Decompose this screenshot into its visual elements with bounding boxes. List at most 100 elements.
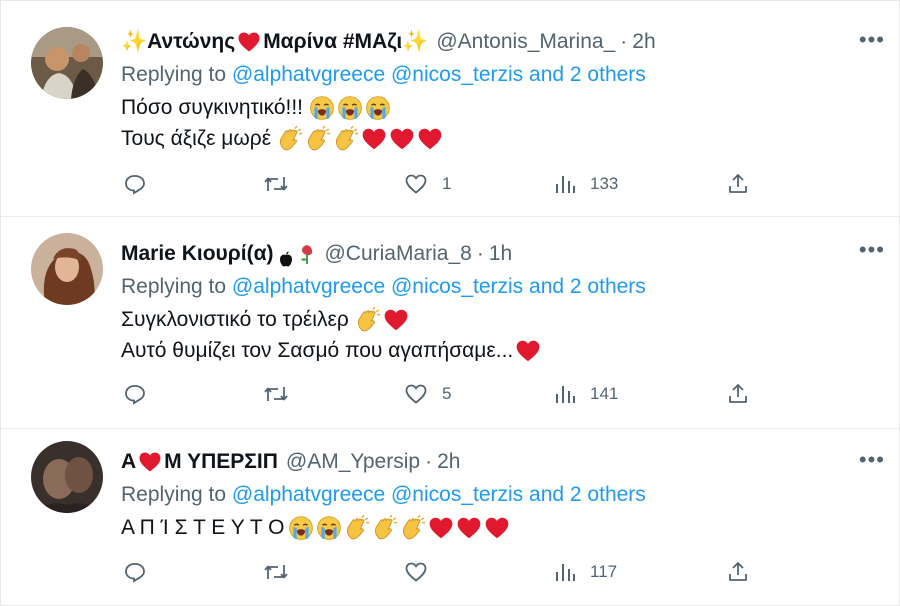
view-count: 133	[590, 174, 619, 193]
like-button[interactable]	[404, 557, 428, 587]
retweet-button[interactable]	[263, 557, 289, 587]
tweet-actions: 5 141	[121, 379, 761, 409]
user-handle[interactable]: @Antonis_Marina_	[436, 27, 615, 57]
red-heart-icon	[138, 450, 162, 474]
view-count: 141	[590, 384, 619, 403]
share-button[interactable]	[726, 557, 750, 587]
tweet-text: Συγκλονιστικό το τρέιλερ Αυτό θυμίζει το…	[121, 304, 879, 366]
loudly-crying-face-icon	[316, 515, 342, 541]
tweet-actions: 1 133	[121, 169, 761, 199]
user-handle[interactable]: @CuriaMaria_8	[324, 239, 471, 269]
timestamp[interactable]: 2h	[632, 27, 655, 57]
share-button[interactable]	[726, 169, 750, 199]
retweet-icon	[264, 177, 288, 191]
rose-icon	[298, 243, 316, 265]
avatar[interactable]	[31, 441, 103, 513]
clapping-hands-icon	[305, 126, 331, 152]
reply-thread: ✨Αντώνης Μαρίνα #ΜΑζι✨ @Antonis_Marina_ ·…	[0, 0, 900, 606]
red-heart-icon	[361, 126, 387, 152]
views-button[interactable]: 141	[554, 379, 618, 409]
share-icon	[729, 562, 747, 581]
loudly-crying-face-icon	[309, 95, 335, 121]
tweet-text-line: Τους άξιζε μωρέ	[121, 126, 272, 150]
reply-button[interactable]	[123, 169, 147, 199]
tweet-content: Marie Κιουρί(α) @CuriaMaria_8 · 1h Reply…	[121, 239, 879, 366]
and-label[interactable]: and	[529, 63, 564, 86]
views-icon	[556, 564, 575, 581]
tweet-header: ✨Αντώνης Μαρίνα #ΜΑζι✨ @Antonis_Marina_ ·…	[121, 27, 879, 57]
others-link[interactable]: 2 others	[570, 483, 646, 506]
tweet-text-line: Αυτό θυμίζει τον Σασμό που αγαπήσαμε...	[121, 338, 514, 362]
red-heart-icon	[456, 515, 482, 541]
tweet-content: Α Μ ΥΠΕΡΣΙΠ @AM_Ypersip · 2h Replying to …	[121, 447, 879, 543]
apple-icon	[279, 246, 293, 267]
clapping-hands-icon	[400, 515, 426, 541]
replying-to: Replying to @alphatvgreece @nicos_terzis…	[121, 480, 879, 510]
separator-dot: ·	[620, 30, 628, 53]
mention-links[interactable]: @alphatvgreece @nicos_terzis	[232, 483, 523, 506]
display-name[interactable]: ✨Αντώνης Μαρίνα #ΜΑζι✨	[121, 27, 428, 57]
share-icon	[729, 174, 747, 193]
tweet-text-line: Α Π Ί Σ Τ Ε Υ Τ Ο	[121, 515, 285, 539]
tweet-actions: 117	[121, 557, 761, 587]
retweet-button[interactable]	[263, 169, 289, 199]
others-link[interactable]: 2 others	[570, 63, 646, 86]
user-handle[interactable]: @AM_Ypersip	[286, 447, 420, 477]
loudly-crying-face-icon	[288, 515, 314, 541]
display-name[interactable]: Α Μ ΥΠΕΡΣΙΠ	[121, 447, 278, 477]
reply-tweet-3[interactable]: Α Μ ΥΠΕΡΣΙΠ @AM_Ypersip · 2h Replying to …	[1, 429, 899, 605]
views-button[interactable]: 133	[554, 169, 618, 199]
replying-to: Replying to @alphatvgreece @nicos_terzis…	[121, 60, 879, 90]
reply-tweet-2[interactable]: Marie Κιουρί(α) @CuriaMaria_8 · 1h Reply…	[1, 217, 899, 429]
replying-label: Replying to	[121, 483, 227, 506]
others-link[interactable]: 2 others	[570, 275, 646, 298]
replying-to: Replying to @alphatvgreece @nicos_terzis…	[121, 272, 879, 302]
reply-icon	[125, 175, 145, 195]
more-options-button[interactable]: •••	[859, 27, 885, 53]
display-name-part: Μαρίνα #ΜΑζι	[263, 30, 403, 53]
retweet-icon	[264, 387, 288, 401]
avatar[interactable]	[31, 27, 103, 99]
loudly-crying-face-icon	[337, 95, 363, 121]
more-options-button[interactable]: •••	[859, 237, 885, 263]
display-name[interactable]: Marie Κιουρί(α)	[121, 239, 273, 269]
sparkles-emoji: ✨	[402, 30, 429, 53]
timestamp[interactable]: 2h	[437, 447, 460, 477]
clapping-hands-icon	[277, 126, 303, 152]
clapping-hands-icon	[333, 126, 359, 152]
and-label[interactable]: and	[529, 483, 564, 506]
like-button[interactable]: 5	[404, 379, 451, 409]
heart-icon	[405, 384, 427, 404]
mention-links[interactable]: @alphatvgreece @nicos_terzis	[232, 275, 523, 298]
red-heart-icon	[237, 30, 261, 54]
display-name-part: Α	[121, 450, 137, 473]
and-label[interactable]: and	[529, 275, 564, 298]
heart-icon	[405, 562, 427, 582]
share-icon	[729, 384, 747, 403]
loudly-crying-face-icon	[365, 95, 391, 121]
red-heart-icon	[515, 338, 541, 364]
avatar[interactable]	[31, 233, 103, 305]
more-options-button[interactable]: •••	[859, 447, 885, 473]
reply-tweet-1[interactable]: ✨Αντώνης Μαρίνα #ΜΑζι✨ @Antonis_Marina_ ·…	[1, 1, 899, 217]
share-button[interactable]	[726, 379, 750, 409]
reply-button[interactable]	[123, 379, 147, 409]
tweet-text: Α Π Ί Σ Τ Ε Υ Τ Ο	[121, 512, 879, 543]
like-button[interactable]: 1	[404, 169, 451, 199]
replying-label: Replying to	[121, 63, 227, 86]
clapping-hands-icon	[344, 515, 370, 541]
views-button[interactable]: 117	[554, 557, 617, 587]
timestamp[interactable]: 1h	[489, 239, 512, 269]
heart-icon	[405, 174, 427, 194]
red-heart-icon	[417, 126, 443, 152]
tweet-text: Πόσο συγκινητικό!!! Τους άξιζε μωρέ	[121, 92, 879, 154]
reply-button[interactable]	[123, 557, 147, 587]
reply-icon	[125, 563, 145, 583]
retweet-button[interactable]	[263, 379, 289, 409]
like-count: 5	[442, 384, 452, 403]
tweet-header: Α Μ ΥΠΕΡΣΙΠ @AM_Ypersip · 2h	[121, 447, 879, 477]
red-heart-icon	[383, 307, 409, 333]
display-name-part: Μ ΥΠΕΡΣΙΠ	[164, 450, 278, 473]
mention-links[interactable]: @alphatvgreece @nicos_terzis	[232, 63, 523, 86]
red-heart-icon	[484, 515, 510, 541]
